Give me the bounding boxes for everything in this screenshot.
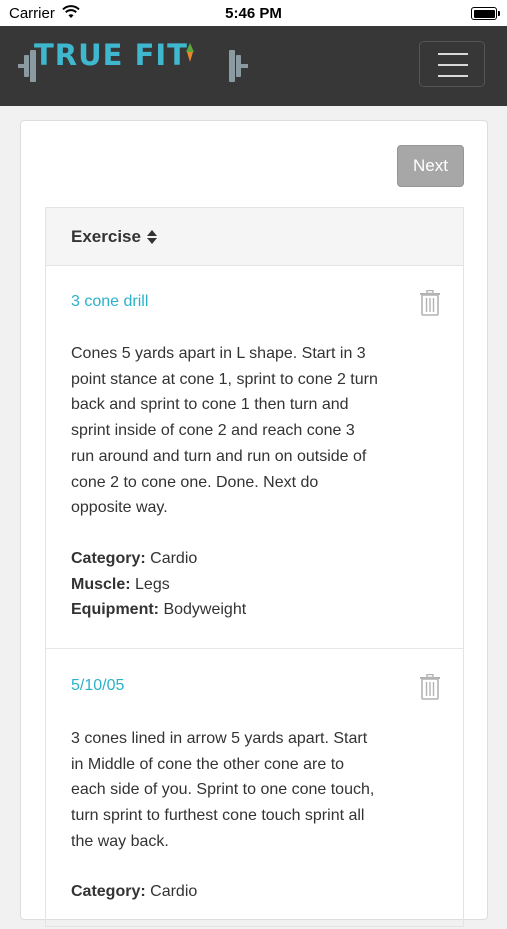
exercise-link[interactable]: 5/10/05	[71, 677, 124, 695]
hamburger-menu-icon	[438, 53, 468, 55]
category-value: Cardio	[150, 550, 198, 567]
next-button[interactable]: Next	[397, 145, 464, 187]
table-row: 3 cone drill Cones 5 yards apart in L sh…	[46, 266, 463, 649]
table-header[interactable]: Exercise	[46, 208, 463, 266]
hamburger-line	[438, 64, 468, 66]
exercise-description: 3 cones lined in arrow 5 yards apart. St…	[71, 730, 375, 850]
category-line: Category: Cardio	[71, 879, 197, 905]
column-header-exercise[interactable]: Exercise	[71, 227, 141, 247]
hamburger-line	[438, 75, 468, 77]
exercise-description: Cones 5 yards apart in L shape. Start in…	[71, 345, 378, 517]
muscle-label: Muscle:	[71, 575, 131, 593]
category-label: Category:	[71, 883, 146, 900]
logo-text: TRUE FIT	[34, 38, 188, 72]
category-label: Category:	[71, 550, 146, 567]
equipment-line: Equipment: Bodyweight	[71, 597, 246, 623]
menu-toggle-button[interactable]	[419, 41, 485, 87]
muscle-value: Legs	[135, 575, 170, 593]
sort-icon[interactable]	[146, 229, 158, 245]
exercise-meta: Category: Cardio Muscle: Legs Equipment:…	[71, 546, 246, 623]
trash-icon[interactable]	[419, 290, 441, 316]
exercise-card: Next Exercise 3 cone drill Cones 5 yards…	[20, 120, 488, 927]
exercise-meta: Category: Cardio	[71, 879, 197, 905]
category-value: Cardio	[150, 883, 198, 900]
battery-icon	[471, 7, 500, 20]
equipment-value: Bodyweight	[163, 601, 247, 619]
trash-icon[interactable]	[419, 674, 441, 700]
status-bar: Carrier 5:46 PM	[0, 0, 507, 26]
equipment-label: Equipment:	[71, 601, 159, 619]
exercise-link[interactable]: 3 cone drill	[71, 293, 148, 311]
category-line: Category: Cardio	[71, 546, 246, 572]
table-row: 5/10/05 3 cones lined in arrow 5 yards a…	[46, 649, 463, 929]
muscle-line: Muscle: Legs	[71, 572, 246, 598]
navbar: TRUE FIT	[0, 26, 507, 106]
exercise-table: Exercise 3 cone drill Cones 5 yards apar…	[45, 207, 464, 927]
clock: 5:46 PM	[225, 5, 282, 22]
